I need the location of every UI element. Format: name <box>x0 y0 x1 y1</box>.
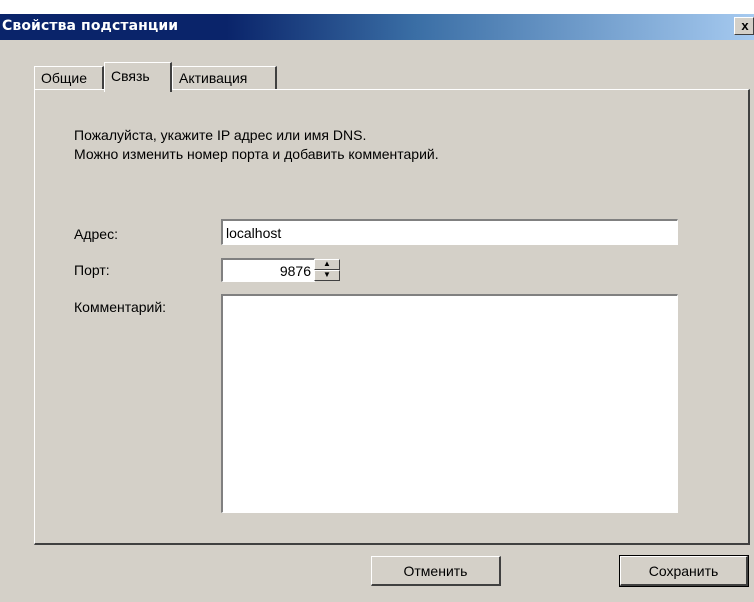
title-bar[interactable]: Свойства подстанции x <box>0 14 754 40</box>
comment-label: Комментарий: <box>74 299 167 315</box>
address-label: Адрес: <box>74 226 118 242</box>
comment-textarea[interactable] <box>221 294 678 513</box>
close-button[interactable]: x <box>734 17 754 35</box>
arrow-down-icon: ▼ <box>323 270 331 279</box>
background-strip <box>0 0 754 14</box>
tab-general[interactable]: Общие <box>34 66 104 90</box>
tab-activation[interactable]: Активация <box>172 66 277 90</box>
address-input[interactable] <box>221 219 678 245</box>
tab-general-label: Общие <box>41 70 88 86</box>
save-button[interactable]: Сохранить <box>619 555 749 587</box>
spin-up-button[interactable]: ▲ <box>314 259 340 270</box>
arrow-up-icon: ▲ <box>323 259 331 268</box>
window-title: Свойства подстанции <box>2 18 179 34</box>
close-icon: x <box>741 18 749 33</box>
port-spinner: ▲ ▼ <box>314 259 340 281</box>
port-input[interactable] <box>221 258 315 282</box>
tab-connection-label: Связь <box>111 68 150 84</box>
tab-activation-label: Активация <box>179 70 248 86</box>
spin-down-button[interactable]: ▼ <box>314 270 340 281</box>
cancel-button[interactable]: Отменить <box>371 556 501 586</box>
port-label: Порт: <box>74 262 110 278</box>
tab-connection[interactable]: Связь <box>104 62 172 92</box>
